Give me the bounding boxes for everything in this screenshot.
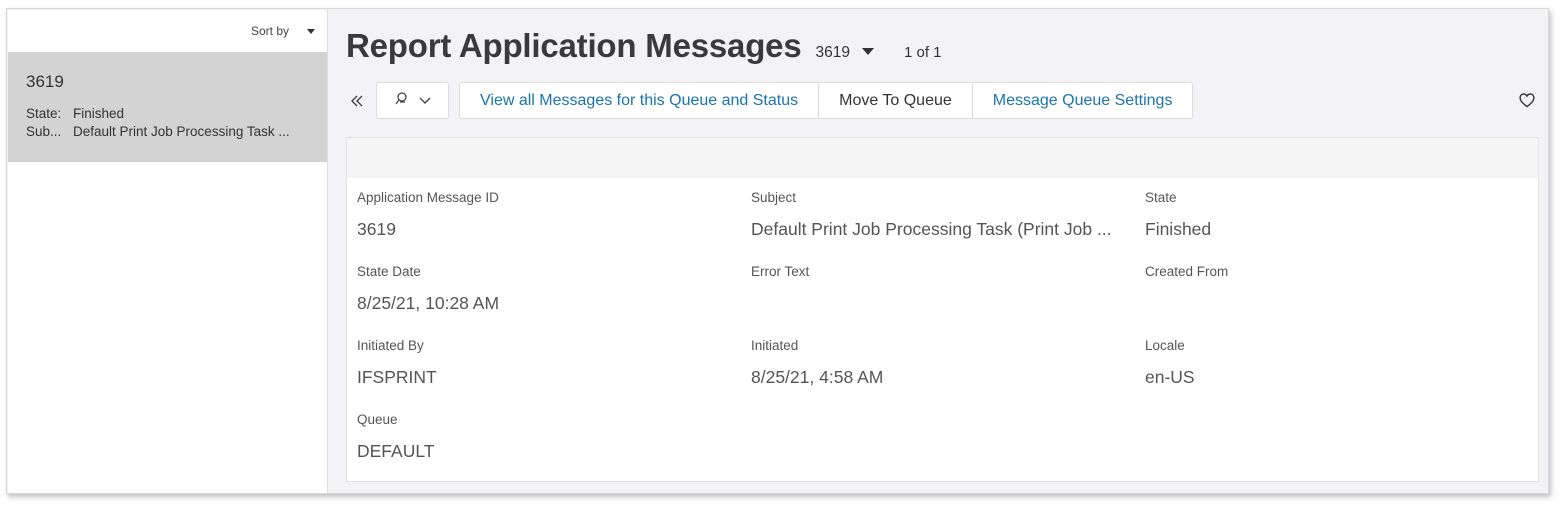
page-title: Report Application Messages	[346, 27, 802, 64]
sort-bar[interactable]: Sort by	[8, 10, 327, 52]
field-error-text: Error Text	[751, 264, 1129, 293]
list-item-id: 3619	[26, 72, 64, 91]
field-state-date: State Date 8/25/21, 10:28 AM	[357, 264, 737, 314]
command-group: View all Messages for this Queue and Sta…	[459, 82, 1194, 119]
card-header	[347, 138, 1538, 178]
message-queue-settings-button[interactable]: Message Queue Settings	[973, 83, 1193, 118]
list-item-state-key: State:	[26, 106, 62, 121]
chevron-down-icon	[419, 92, 431, 110]
double-chevron-left-icon[interactable]	[346, 82, 368, 119]
list-item[interactable]: 3619 State: Finished Sub... Default Prin…	[8, 52, 327, 162]
field-value: DEFAULT	[357, 441, 435, 461]
record-pager: 1 of 1	[903, 44, 942, 61]
field-locale: Locale en-US	[1145, 338, 1525, 388]
field-label: Application Message ID	[357, 190, 499, 205]
sort-caret-icon[interactable]	[307, 28, 315, 34]
field-application-message-id: Application Message ID 3619	[357, 190, 737, 240]
field-label: State	[1145, 190, 1177, 205]
app-frame: Sort by 3619 State: Finished Sub... Defa…	[6, 8, 1549, 494]
record-selector-value[interactable]: 3619	[815, 44, 849, 62]
list-item-state-value: Finished	[73, 106, 125, 121]
move-to-queue-button[interactable]: Move To Queue	[819, 83, 973, 118]
list-item-subject-value: Default Print Job Processing Task ...	[73, 124, 290, 139]
field-label: Initiated	[751, 338, 799, 353]
field-initiated-by: Initiated By IFSPRINT	[357, 338, 737, 388]
field-queue: Queue DEFAULT	[357, 412, 737, 462]
field-label: Error Text	[751, 264, 810, 279]
list-item-subject-row: Sub... Default Print Job Processing Task…	[26, 123, 309, 141]
field-label: Initiated By	[357, 338, 424, 353]
sort-label[interactable]: Sort by	[251, 24, 289, 38]
record-selector[interactable]: 3619	[815, 44, 874, 62]
field-label: State Date	[357, 264, 421, 279]
field-value: Finished	[1145, 219, 1212, 239]
field-value: en-US	[1145, 367, 1195, 387]
record-list-panel: Sort by 3619 State: Finished Sub... Defa…	[8, 10, 328, 493]
list-item-subject-key: Sub...	[26, 124, 62, 139]
pin-icon	[394, 91, 409, 111]
command-toolbar: View all Messages for this Queue and Sta…	[346, 82, 1194, 119]
detail-card: Application Message ID 3619 Subject Defa…	[346, 137, 1539, 482]
field-value: 3619	[357, 219, 396, 239]
field-state: State Finished	[1145, 190, 1525, 240]
field-label: Subject	[751, 190, 797, 205]
list-item-state-row: State: Finished	[26, 105, 309, 123]
caret-down-icon[interactable]	[861, 47, 874, 55]
field-value: IFSPRINT	[357, 367, 437, 387]
field-subject: Subject Default Print Job Processing Tas…	[751, 190, 1129, 240]
field-value: 8/25/21, 4:58 AM	[751, 367, 884, 387]
field-label: Queue	[357, 412, 398, 427]
view-all-messages-button[interactable]: View all Messages for this Queue and Sta…	[460, 83, 820, 118]
main-content: Report Application Messages 3619 1 of 1 …	[346, 9, 1548, 493]
field-label: Locale	[1145, 338, 1185, 353]
heart-icon[interactable]	[1518, 91, 1536, 109]
field-label: Created From	[1145, 264, 1229, 279]
page-header: Report Application Messages 3619 1 of 1	[346, 27, 942, 65]
field-initiated: Initiated 8/25/21, 4:58 AM	[751, 338, 1129, 388]
field-value: 8/25/21, 10:28 AM	[357, 293, 500, 313]
field-created-from: Created From	[1145, 264, 1525, 293]
pin-menu-button[interactable]	[376, 82, 449, 119]
field-value: Default Print Job Processing Task (Print…	[751, 219, 1112, 239]
